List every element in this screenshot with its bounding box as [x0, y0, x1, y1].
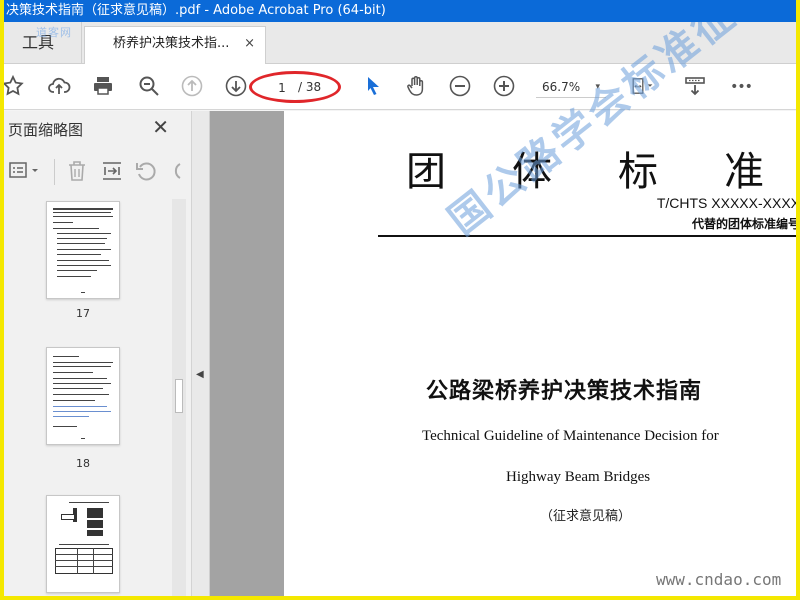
rotate-cw-icon[interactable] [166, 159, 186, 188]
star-icon[interactable] [4, 74, 26, 100]
url-watermark: www.cndao.com [656, 570, 782, 589]
document-canvas: 团 体 标 准 T/CHTS XXXXX-XXXX 代替的团体标准编号 公路梁桥… [210, 111, 800, 596]
window-title: 决策技术指南（征求意见稿）.pdf - Adobe Acrobat Pro (6… [6, 3, 386, 18]
thumbnail-page-18[interactable] [46, 347, 120, 445]
thumbnail-options-icon[interactable] [8, 159, 42, 186]
app-window: 决策技术指南（征求意见稿）.pdf - Adobe Acrobat Pro (6… [0, 0, 800, 600]
document-page: 团 体 标 准 T/CHTS XXXXX-XXXX 代替的团体标准编号 公路梁桥… [284, 111, 800, 596]
thumbnail-list: 17 18 [4, 199, 172, 596]
heading-char: 团 [406, 149, 446, 195]
zoom-select[interactable]: 66.7% ▾ [536, 76, 606, 98]
scroll-mode-icon[interactable] [682, 74, 708, 100]
close-icon[interactable]: ✕ [152, 115, 169, 139]
logo-watermark: 道客网 [36, 26, 72, 39]
thumbnail-page-19[interactable] [46, 495, 120, 593]
thumbnail-scrollbar[interactable] [172, 199, 186, 596]
thumbnail-label: 18 [76, 457, 90, 470]
rotate-ccw-icon[interactable] [134, 159, 158, 188]
replaced-standard-note: 代替的团体标准编号 [691, 217, 800, 231]
draft-label: （征求意见稿） [540, 509, 632, 524]
prev-page-icon[interactable] [179, 74, 205, 100]
page-navigator: 1 / 38 [252, 75, 336, 99]
next-page-icon[interactable] [223, 74, 249, 100]
heading-char: 体 [512, 149, 552, 195]
thumbnail-page-17[interactable] [46, 201, 120, 299]
page-total: / 38 [298, 80, 322, 94]
chevron-down-icon: ▾ [595, 82, 600, 92]
thumbnail-label: 17 [76, 307, 90, 320]
tab-document[interactable]: 桥养护决策技术指... × [84, 26, 266, 64]
english-title-line2: Highway Beam Bridges [506, 469, 651, 485]
tab-document-label: 桥养护决策技术指... [113, 36, 230, 51]
title-bar: 决策技术指南（征求意见稿）.pdf - Adobe Acrobat Pro (6… [4, 0, 796, 22]
delete-icon[interactable] [66, 159, 88, 188]
divider-rule [378, 235, 796, 237]
english-title-line1: Technical Guideline of Maintenance Decis… [422, 428, 719, 444]
zoom-out-icon[interactable] [447, 74, 473, 100]
thumbnail-panel: 页面缩略图 ✕ 17 18 [4, 111, 192, 596]
tab-close-icon[interactable]: × [244, 27, 255, 61]
more-icon[interactable]: ••• [728, 74, 754, 100]
panel-collapse-handle[interactable]: ◀ [192, 111, 210, 596]
divider [54, 159, 55, 185]
panel-title: 页面缩略图 [8, 121, 84, 139]
collapse-arrow-icon: ◀ [196, 369, 204, 380]
zoom-search-icon[interactable] [136, 74, 162, 100]
scrollbar-thumb[interactable] [175, 379, 183, 413]
hand-tool-icon[interactable] [403, 74, 429, 100]
page-number-input[interactable]: 1 [270, 75, 294, 101]
toolbar: 1 / 38 66.7% ▾ ••• [4, 64, 796, 110]
zoom-in-icon[interactable] [491, 74, 517, 100]
chinese-title: 公路梁桥养护决策技术指南 [426, 379, 703, 404]
cloud-upload-icon[interactable] [46, 74, 72, 100]
insert-pages-icon[interactable] [100, 159, 124, 188]
thumbnail-toolbar [4, 155, 192, 189]
zoom-value: 66.7% [542, 80, 581, 94]
heading-char: 准 [724, 149, 764, 195]
heading-char: 标 [618, 149, 658, 195]
tab-bar: 工具 桥养护决策技术指... × [4, 22, 796, 64]
fit-page-icon[interactable] [626, 74, 658, 100]
standard-code: T/CHTS XXXXX-XXXX [656, 195, 800, 211]
print-icon[interactable] [90, 74, 116, 100]
select-cursor-icon[interactable] [360, 74, 386, 100]
